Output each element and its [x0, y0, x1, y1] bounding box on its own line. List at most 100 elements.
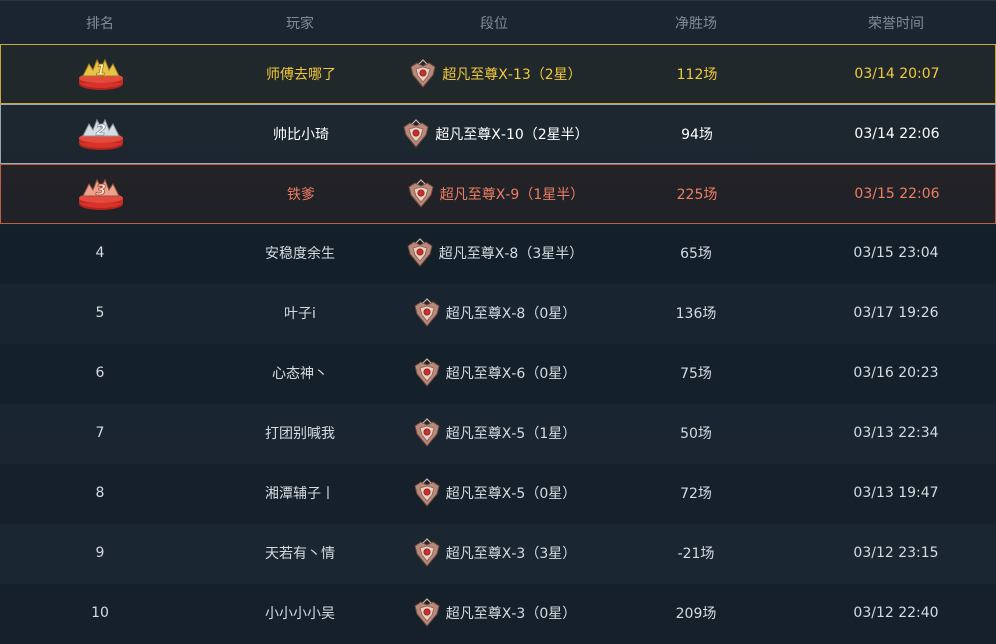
player-name[interactable]: 师傅去哪了 — [187, 45, 415, 103]
net-wins: 136场 — [675, 306, 717, 322]
rank-number: 6 — [95, 365, 105, 381]
tier-emblem-icon — [414, 478, 440, 507]
tier-cell: 超凡至尊Ⅹ-3（0星） — [394, 584, 594, 642]
medal-number: 1 — [96, 61, 106, 79]
honor-time: 03/15 23:04 — [853, 245, 939, 261]
tier-cell: 超凡至尊Ⅹ-13（2星） — [395, 45, 595, 103]
rank-medal-icon: 1 — [79, 58, 123, 90]
honor-time: 03/12 23:15 — [853, 545, 939, 561]
player-name[interactable]: 天若有丶情 — [186, 524, 414, 582]
tier-label: 超凡至尊Ⅹ-3（3星） — [445, 546, 577, 562]
tier-emblem-icon — [403, 119, 429, 148]
tier-label: 超凡至尊Ⅹ-3（0星） — [445, 606, 577, 622]
honor-time: 03/12 22:40 — [853, 605, 939, 621]
tier-group: 超凡至尊Ⅹ-9（1星半） — [406, 179, 584, 209]
tier-cell: 超凡至尊Ⅹ-6（0星） — [394, 344, 594, 402]
rank-cell: 3 — [1, 165, 201, 223]
tier-group: 超凡至尊Ⅹ-6（0星） — [412, 358, 576, 388]
rank-cell: 10 — [0, 584, 200, 642]
tier-emblem-icon — [414, 538, 440, 567]
tier-emblem-icon — [414, 358, 440, 387]
rank-cell: 6 — [0, 344, 200, 402]
table-header: 排名 玩家 段位 净胜场 荣誉时间 — [0, 0, 996, 44]
table-row[interactable]: 4 安稳度余生 超凡至尊Ⅹ-8（3星半） 65场 03/15 23:04 — [0, 224, 996, 284]
player-name[interactable]: 铁爹 — [187, 165, 415, 223]
table-row[interactable]: 5 叶子i 超凡至尊Ⅹ-8（0星） 136场 03/17 19:26 — [0, 284, 996, 344]
player-name[interactable]: 湘潭辅子丨 — [186, 464, 414, 522]
table-row[interactable]: 7 打团别喊我 超凡至尊Ⅹ-5（1星） 50场 03/13 22:34 — [0, 404, 996, 464]
player-name[interactable]: 小小小小吴 — [186, 584, 414, 642]
rank-number: 7 — [95, 425, 105, 441]
tier-cell: 超凡至尊Ⅹ-8（0星） — [394, 284, 594, 342]
net-wins: 75场 — [680, 366, 712, 382]
tier-group: 超凡至尊Ⅹ-3（0星） — [412, 598, 576, 628]
rank-cell: 8 — [0, 464, 200, 522]
rank-cell: 5 — [0, 284, 200, 342]
tier-cell: 超凡至尊Ⅹ-5（0星） — [394, 464, 594, 522]
tier-group: 超凡至尊Ⅹ-5（1星） — [412, 418, 576, 448]
header-rank: 排名 — [86, 15, 114, 32]
tier-cell: 超凡至尊Ⅹ-8（3星半） — [394, 224, 594, 282]
honor-time: 03/14 20:07 — [854, 66, 940, 82]
table-row[interactable]: 6 心态神丶 超凡至尊Ⅹ-6（0星） 75场 03/16 20:23 — [0, 344, 996, 404]
tier-emblem-icon — [408, 179, 434, 208]
header-player: 玩家 — [286, 15, 314, 32]
table-row[interactable]: 10 小小小小吴 超凡至尊Ⅹ-3（0星） 209场 03/12 22:40 — [0, 584, 996, 644]
table-row[interactable]: 3 铁爹 超凡至尊Ⅹ-9（1星半） 225场 03/15 22:06 — [0, 164, 996, 224]
tier-emblem-icon — [414, 298, 440, 327]
table-row[interactable]: 8 湘潭辅子丨 超凡至尊Ⅹ-5（0星） 72场 03/13 19:47 — [0, 464, 996, 524]
net-wins: 209场 — [675, 606, 717, 622]
tier-emblem-icon — [410, 59, 436, 88]
tier-emblem-icon — [407, 238, 433, 267]
medal-number: 3 — [96, 181, 106, 199]
tier-label: 超凡至尊Ⅹ-8（0星） — [445, 306, 577, 322]
tier-label: 超凡至尊Ⅹ-13（2星） — [442, 67, 582, 83]
rank-number: 4 — [95, 245, 105, 261]
tier-group: 超凡至尊Ⅹ-8（0星） — [412, 298, 576, 328]
tier-group: 超凡至尊Ⅹ-3（3星） — [412, 538, 576, 568]
rank-number: 10 — [91, 605, 109, 621]
tier-label: 超凡至尊Ⅹ-5（0星） — [445, 486, 577, 502]
tier-label: 超凡至尊Ⅹ-9（1星半） — [439, 187, 585, 203]
table-row[interactable]: 1 师傅去哪了 超凡至尊Ⅹ-13（2星） 112场 03/14 20:07 — [0, 44, 996, 104]
tier-group: 超凡至尊Ⅹ-8（3星半） — [405, 238, 583, 268]
tier-cell: 超凡至尊Ⅹ-10（2星半） — [395, 105, 595, 163]
rank-number: 9 — [95, 545, 105, 561]
honor-time: 03/14 22:06 — [854, 126, 940, 142]
net-wins: 50场 — [680, 426, 712, 442]
tier-cell: 超凡至尊Ⅹ-3（3星） — [394, 524, 594, 582]
tier-label: 超凡至尊Ⅹ-5（1星） — [445, 426, 577, 442]
rank-cell: 7 — [0, 404, 200, 462]
leaderboard: 排名 玩家 段位 净胜场 荣誉时间 1 师傅去哪了 超凡至尊Ⅹ-13（2星） 112场… — [0, 0, 996, 644]
net-wins: 94场 — [681, 127, 713, 143]
honor-time: 03/13 19:47 — [853, 485, 939, 501]
honor-time: 03/13 22:34 — [853, 425, 939, 441]
player-name[interactable]: 叶子i — [186, 284, 414, 342]
table-row[interactable]: 2 帅比小琦 超凡至尊Ⅹ-10（2星半） 94场 03/14 22:06 — [0, 104, 996, 164]
honor-time: 03/17 19:26 — [853, 305, 939, 321]
header-tier: 段位 — [480, 15, 508, 32]
honor-time: 03/15 22:06 — [854, 186, 940, 202]
rank-medal-icon: 3 — [79, 178, 123, 210]
net-wins: 225场 — [676, 187, 718, 203]
header-net-wins: 净胜场 — [675, 15, 717, 32]
honor-time: 03/16 20:23 — [853, 365, 939, 381]
header-honor-time: 荣誉时间 — [868, 15, 924, 32]
player-name[interactable]: 安稳度余生 — [186, 224, 414, 282]
net-wins: 72场 — [680, 486, 712, 502]
tier-label: 超凡至尊Ⅹ-8（3星半） — [438, 246, 584, 262]
table-row[interactable]: 9 天若有丶情 超凡至尊Ⅹ-3（3星） -21场 03/12 23:15 — [0, 524, 996, 584]
tier-group: 超凡至尊Ⅹ-10（2星半） — [401, 119, 589, 149]
rank-medal-icon: 2 — [79, 118, 123, 150]
player-name[interactable]: 帅比小琦 — [187, 105, 415, 163]
rank-cell: 1 — [1, 45, 201, 103]
net-wins: -21场 — [677, 546, 715, 562]
player-name[interactable]: 心态神丶 — [186, 344, 414, 402]
rank-number: 8 — [95, 485, 105, 501]
medal-number: 2 — [96, 121, 106, 139]
tier-label: 超凡至尊Ⅹ-6（0星） — [445, 366, 577, 382]
player-name[interactable]: 打团别喊我 — [186, 404, 414, 462]
tier-label: 超凡至尊Ⅹ-10（2星半） — [435, 127, 589, 143]
tier-group: 超凡至尊Ⅹ-5（0星） — [412, 478, 576, 508]
net-wins: 112场 — [676, 67, 718, 83]
